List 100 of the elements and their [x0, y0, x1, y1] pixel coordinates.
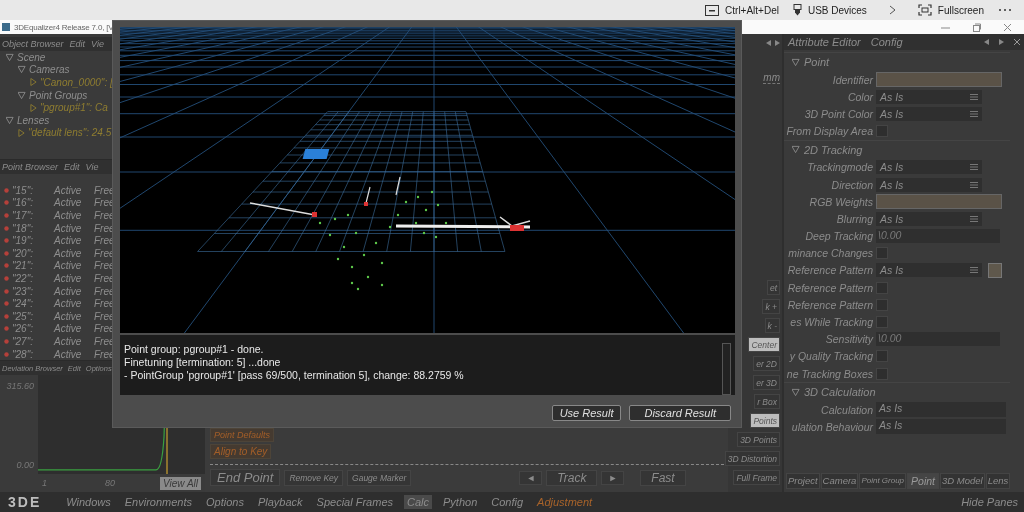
point-name[interactable]: "16": — [12, 197, 54, 209]
panel-menu-item[interactable]: Vie — [85, 162, 99, 172]
close-icon[interactable] — [1014, 39, 1020, 45]
panel-menu-item[interactable]: Attribute Editor — [788, 36, 861, 48]
tool-button[interactable]: Align to Key — [210, 444, 272, 459]
point-name[interactable]: "17": — [12, 210, 54, 221]
point-name[interactable]: "20": — [12, 247, 54, 259]
section-title[interactable]: 2D Tracking — [804, 143, 863, 156]
host-toolbar-button[interactable]: Ctrl+Alt+Del — [725, 4, 779, 16]
tab[interactable]: Project — [786, 472, 820, 489]
tab[interactable]: Lens — [985, 472, 1011, 489]
tab[interactable]: Camera — [820, 472, 859, 489]
dropdown[interactable]: As Is — [876, 211, 982, 226]
dialog-button[interactable]: Use Result — [551, 405, 622, 421]
point-name[interactable]: "22": — [12, 272, 54, 284]
number-field[interactable]: \0.00 — [876, 332, 1000, 347]
tool-button[interactable]: Center — [748, 337, 780, 352]
point-name[interactable]: "15": — [12, 184, 54, 196]
3d-viewport[interactable] — [120, 27, 735, 333]
panel-menu-item[interactable]: Point Browser — [2, 162, 59, 172]
dropdown[interactable]: As Is — [876, 106, 982, 121]
tool-button[interactable]: 3D Distortion — [724, 451, 780, 466]
point-name[interactable]: "25": — [12, 310, 54, 322]
section-title[interactable]: Point — [804, 56, 830, 68]
panel-menu-item[interactable]: Config — [870, 36, 903, 48]
tool-button[interactable]: Full Frame — [733, 470, 780, 485]
dropdown[interactable]: As Is — [876, 263, 982, 278]
point-name[interactable]: "23": — [12, 285, 54, 297]
point-name[interactable]: "21": — [12, 260, 54, 272]
tree-item[interactable]: Point Groups — [29, 89, 88, 101]
menu-item[interactable]: Playback — [254, 495, 306, 509]
panel-menu-item[interactable]: Vie — [91, 39, 104, 49]
menu-item[interactable]: Windows — [63, 495, 114, 509]
value-field[interactable]: As Is — [876, 402, 1006, 418]
left-arrow-icon[interactable] — [766, 40, 771, 46]
right-arrow-icon[interactable] — [775, 40, 780, 46]
number-field[interactable]: \0.00 — [876, 229, 1000, 244]
next-button[interactable]: ► — [601, 470, 625, 485]
maximize-icon[interactable] — [972, 22, 981, 32]
tool-button[interactable]: er 2D — [753, 356, 780, 371]
tab[interactable]: Point — [907, 472, 939, 489]
left-arrow-icon[interactable] — [984, 39, 989, 45]
previous-button[interactable]: ◄ — [519, 470, 543, 485]
point-name[interactable]: "28": — [12, 348, 54, 360]
point-name[interactable]: "26": — [12, 323, 54, 335]
tool-button[interactable]: er 3D — [753, 375, 780, 390]
point-name[interactable]: "18": — [12, 222, 54, 234]
expander-icon[interactable] — [18, 90, 26, 100]
point-name[interactable]: "24": — [12, 298, 54, 310]
right-arrow-icon[interactable] — [999, 39, 1004, 45]
close-icon[interactable] — [1003, 22, 1012, 32]
tool-button[interactable]: Point Defaults — [210, 428, 275, 442]
color-swatch[interactable] — [988, 262, 1002, 278]
hide-panes-button[interactable]: Hide Panes — [961, 496, 1018, 508]
point-name[interactable]: "27": — [12, 335, 54, 347]
tool-button[interactable]: Points — [750, 413, 780, 428]
more-icon[interactable] — [998, 8, 1012, 12]
menu-item[interactable]: Calc — [404, 495, 433, 509]
expander-icon[interactable] — [792, 387, 800, 397]
expander-icon[interactable] — [18, 65, 26, 75]
text-field[interactable] — [876, 72, 1002, 88]
section-title[interactable]: 3D Calculation — [804, 386, 876, 399]
app-logo[interactable]: 3DE — [8, 494, 42, 510]
host-toolbar-button[interactable]: Fullscreen — [937, 4, 984, 16]
tool-button[interactable]: k - — [764, 318, 780, 333]
expander-icon[interactable] — [6, 52, 14, 62]
host-toolbar-button[interactable]: USB Devices — [807, 4, 867, 16]
menu-item[interactable]: Environments — [121, 495, 196, 509]
speed-button[interactable]: Fast — [640, 469, 686, 486]
text-field[interactable] — [876, 194, 1002, 210]
tool-button[interactable]: Remove Key — [284, 469, 344, 486]
tree-item[interactable]: Lenses — [17, 114, 50, 126]
tree-item[interactable]: "pgroup#1": Ca — [40, 102, 108, 114]
menu-item[interactable]: Config — [488, 495, 527, 509]
tree-item[interactable]: Scene — [17, 51, 46, 63]
menu-item[interactable]: Adjustment — [534, 495, 596, 509]
view-all-button[interactable]: View All — [160, 476, 201, 490]
chevron-right-icon[interactable] — [888, 5, 896, 15]
tool-button[interactable]: r Box — [754, 394, 780, 409]
tab[interactable]: Point Group — [859, 472, 907, 489]
tool-button[interactable]: 3D Points — [737, 432, 780, 447]
tool-button[interactable]: End Point — [210, 469, 281, 486]
expander-icon[interactable] — [6, 115, 14, 125]
expander-icon[interactable] — [792, 145, 800, 155]
track-button[interactable]: Track — [546, 469, 598, 486]
dropdown[interactable]: As Is — [876, 89, 982, 104]
tree-item[interactable]: Cameras — [29, 64, 70, 76]
panel-menu-item[interactable]: Edit — [69, 39, 86, 49]
dropdown[interactable]: As Is — [876, 160, 982, 175]
expander-icon[interactable] — [792, 57, 800, 67]
tool-button[interactable]: k + — [762, 299, 780, 314]
tool-button[interactable]: Gauge Marker — [347, 469, 412, 486]
tab[interactable]: 3D Model — [940, 472, 985, 489]
dialog-button[interactable]: Discard Result — [629, 405, 731, 421]
panel-menu-item[interactable]: Object Browser — [2, 39, 64, 49]
dropdown[interactable]: As Is — [876, 177, 982, 192]
menu-item[interactable]: Options — [203, 495, 247, 509]
menu-item[interactable]: Special Frames — [313, 495, 396, 509]
point-name[interactable]: "19": — [12, 235, 54, 247]
tool-button[interactable]: et — [766, 280, 780, 295]
